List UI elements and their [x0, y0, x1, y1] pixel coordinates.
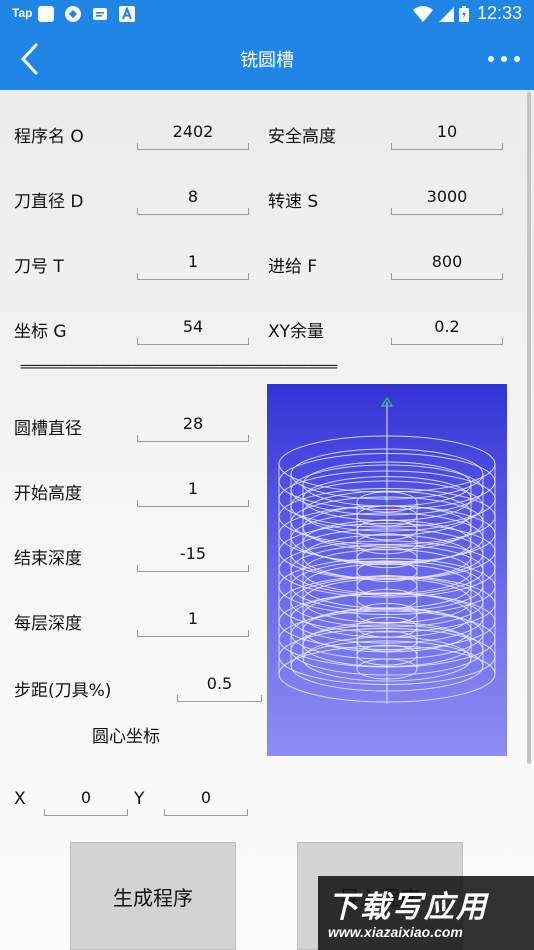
- xy-allowance-input[interactable]: 0.2: [391, 309, 503, 345]
- font-app-icon: [119, 6, 135, 22]
- generate-program-button[interactable]: 生成程序: [70, 842, 236, 950]
- coordinate-label: 坐标 G: [14, 322, 67, 342]
- watermark: 下载写应用 www.xiazaixiao.com: [318, 876, 534, 950]
- layer-depth-label: 每层深度: [14, 614, 82, 634]
- sync-icon: [65, 6, 81, 22]
- signal-icon: [439, 7, 454, 22]
- status-bar: Tap 12:33: [0, 0, 534, 28]
- safe-height-input[interactable]: 10: [391, 114, 503, 150]
- x-label: X: [14, 789, 26, 809]
- message-icon: [93, 8, 107, 20]
- scrollbar[interactable]: [527, 92, 531, 764]
- wifi-icon: [413, 6, 433, 22]
- page-title: 铣圆槽: [240, 50, 294, 71]
- layer-depth-input[interactable]: 1: [137, 601, 249, 637]
- start-height-input[interactable]: 1: [137, 471, 249, 507]
- groove-diameter-input[interactable]: 28: [137, 406, 249, 442]
- battery-icon: [459, 6, 469, 22]
- safe-height-label: 安全高度: [268, 127, 336, 147]
- spindle-speed-label: 转速 S: [268, 192, 319, 212]
- toolpath-graphic: [278, 396, 496, 704]
- watermark-text: 下载写应用: [328, 890, 488, 925]
- step-input[interactable]: 0.5: [177, 666, 262, 702]
- coordinate-input[interactable]: 54: [137, 309, 249, 345]
- main-content: 程序名 O 2402 安全高度 10 刀直径 D 8 转速 S 3000 刀号 …: [0, 90, 534, 950]
- tool-diameter-label: 刀直径 D: [14, 192, 84, 212]
- status-tap-label: Tap: [12, 6, 33, 20]
- xy-allowance-label: XY余量: [268, 322, 325, 342]
- feed-label: 进给 F: [268, 257, 318, 277]
- program-name-label: 程序名 O: [14, 127, 84, 147]
- step-label: 步距(刀具%): [14, 681, 112, 701]
- notification-app-icon: [38, 6, 54, 22]
- program-name-input[interactable]: 2402: [137, 114, 249, 150]
- toolpath-preview[interactable]: [267, 384, 507, 756]
- spindle-speed-input[interactable]: 3000: [391, 179, 503, 215]
- app-bar: 铣圆槽: [0, 28, 534, 90]
- status-time: 12:33: [476, 3, 522, 23]
- y-label: Y: [134, 789, 145, 809]
- x-input[interactable]: 0: [44, 780, 128, 816]
- end-depth-input[interactable]: -15: [137, 536, 249, 572]
- more-options-icon[interactable]: [488, 56, 520, 62]
- y-input[interactable]: 0: [164, 780, 248, 816]
- center-coordinate-title: 圆心坐标: [92, 727, 160, 747]
- groove-diameter-label: 圆槽直径: [14, 419, 82, 439]
- start-height-label: 开始高度: [14, 484, 82, 504]
- tool-diameter-input[interactable]: 8: [137, 179, 249, 215]
- section-divider: ========================================…: [20, 360, 338, 375]
- watermark-url: www.xiazaixiao.com: [328, 924, 463, 940]
- tool-number-input[interactable]: 1: [137, 244, 249, 280]
- end-depth-label: 结束深度: [14, 549, 82, 569]
- tool-number-label: 刀号 T: [14, 257, 64, 277]
- feed-input[interactable]: 800: [391, 244, 503, 280]
